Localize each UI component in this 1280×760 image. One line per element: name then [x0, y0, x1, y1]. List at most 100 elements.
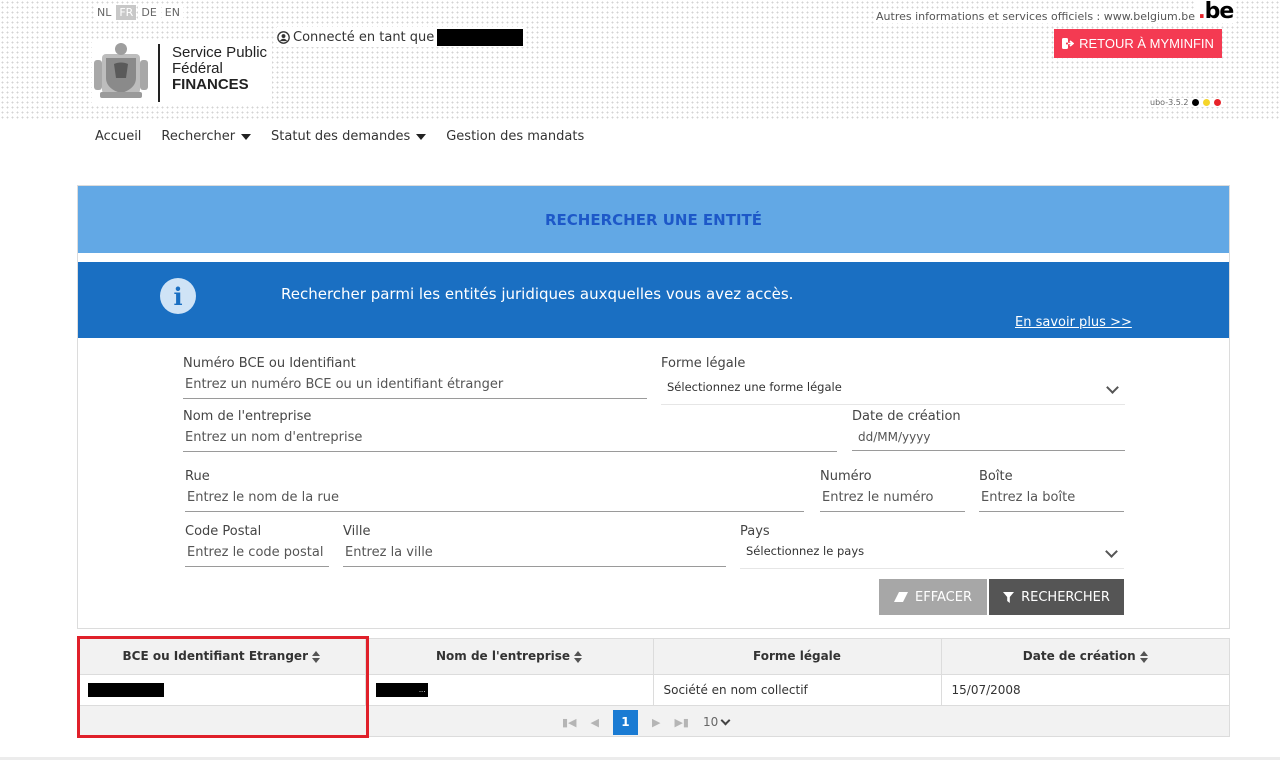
- next-page-icon[interactable]: ▶: [652, 716, 660, 729]
- search-button[interactable]: RECHERCHER: [989, 579, 1124, 615]
- nav-mandates-label: Gestion des mandats: [446, 129, 585, 144]
- postal-input[interactable]: [185, 545, 329, 567]
- column-header-name[interactable]: Nom de l'entreprise: [365, 639, 654, 675]
- column-header-date-label: Date de création: [1022, 649, 1136, 664]
- results-table: BCE ou Identifiant Etranger Nom de l'ent…: [77, 638, 1230, 737]
- cell-name: ...: [365, 674, 654, 706]
- logo-text: Service Public Fédéral FINANCES: [172, 45, 267, 93]
- connected-user: Connecté en tant que: [277, 27, 526, 47]
- bce-input[interactable]: [183, 377, 647, 399]
- version-text: ubo-3.5.2: [1150, 98, 1189, 107]
- table-row[interactable]: ... Société en nom collectif 15/07/2008: [78, 674, 1229, 706]
- current-page-button[interactable]: 1: [612, 709, 638, 735]
- site-header: NL FR DE EN Autres informations et servi…: [0, 0, 1280, 120]
- box-field-group: Boîte: [979, 469, 1124, 512]
- nav-mandates[interactable]: Gestion des mandats: [446, 129, 584, 144]
- box-input[interactable]: [979, 490, 1124, 512]
- caret-down-icon: [416, 133, 427, 140]
- nav-status-label: Statut des demandes: [271, 129, 411, 144]
- nav-search-dropdown[interactable]: Rechercher: [161, 129, 252, 144]
- spf-finances-logo[interactable]: Service Public Fédéral FINANCES: [92, 40, 272, 106]
- last-page-icon[interactable]: ▶▮: [674, 716, 689, 729]
- prev-page-icon[interactable]: ◀: [591, 716, 599, 729]
- name-ellipsis: ...: [418, 685, 426, 694]
- country-field-group: Pays Sélectionnez le pays: [740, 524, 1124, 569]
- first-page-icon[interactable]: ▮◀: [562, 716, 577, 729]
- postal-label: Code Postal: [185, 524, 262, 539]
- legal-form-select[interactable]: Sélectionnez une forme légale: [661, 377, 1125, 405]
- flag-dot-black: [1192, 99, 1200, 106]
- sign-out-icon: [1062, 38, 1075, 49]
- cell-legal-form: Société en nom collectif: [653, 674, 942, 706]
- city-label: Ville: [343, 524, 371, 539]
- per-page-value: 10: [702, 715, 719, 729]
- box-label: Boîte: [979, 469, 1013, 484]
- connected-label: Connecté en tant que: [293, 29, 435, 45]
- nav-home[interactable]: Accueil: [95, 129, 141, 144]
- column-header-date[interactable]: Date de création: [941, 639, 1229, 675]
- column-header-legal-form: Forme légale: [653, 639, 942, 675]
- logo-line-3: FINANCES: [172, 76, 249, 93]
- panel-title: RECHERCHER UNE ENTITÉ: [78, 186, 1229, 253]
- sort-icon: [1139, 650, 1148, 663]
- table-header-row: BCE ou Identifiant Etranger Nom de l'ent…: [78, 639, 1229, 675]
- lang-nl[interactable]: NL: [94, 5, 115, 20]
- lang-de[interactable]: DE: [138, 5, 160, 20]
- belgium-be-logo[interactable]: .be: [1196, 0, 1236, 24]
- legal-form-value: Sélectionnez une forme légale: [667, 379, 842, 394]
- postal-field-group: Code Postal: [185, 524, 329, 567]
- column-header-legal-form-label: Forme légale: [753, 649, 841, 664]
- column-header-name-label: Nom de l'entreprise: [435, 649, 571, 664]
- pagination-bar: ▮◀ ◀ 1 ▶ ▶▮ 10: [78, 705, 1229, 736]
- number-label: Numéro: [820, 469, 872, 484]
- info-text: Rechercher parmi les entités juridiques …: [281, 285, 794, 303]
- nav-status-dropdown[interactable]: Statut des demandes: [271, 129, 427, 144]
- user-icon: [277, 30, 290, 44]
- logo-line-2: Fédéral: [172, 60, 223, 77]
- per-page-select[interactable]: 10: [702, 715, 731, 729]
- country-select[interactable]: Sélectionnez le pays: [740, 541, 1124, 569]
- search-entity-panel: RECHERCHER UNE ENTITÉ i Rechercher parmi…: [77, 185, 1230, 629]
- date-input[interactable]: [852, 430, 1125, 451]
- caret-down-icon: [241, 133, 252, 140]
- logo-divider: [158, 44, 160, 102]
- street-field-group: Rue: [185, 469, 804, 512]
- redacted-company-name: ...: [375, 682, 428, 697]
- number-input[interactable]: [820, 490, 965, 512]
- date-field-group: Date de création: [852, 409, 1125, 451]
- city-field-group: Ville: [343, 524, 726, 567]
- pagination: ▮◀ ◀ 1 ▶ ▶▮ 10: [562, 709, 731, 735]
- nav-home-label: Accueil: [95, 129, 142, 144]
- chevron-down-icon: [1106, 381, 1119, 394]
- filter-icon: [1003, 591, 1015, 603]
- be-logo-text: be: [1204, 0, 1235, 24]
- flag-dot-yellow: [1203, 99, 1211, 106]
- flag-dot-red: [1214, 99, 1222, 106]
- learn-more-link[interactable]: En savoir plus >>: [1015, 315, 1132, 330]
- myminfin-label: RETOUR À MYMINFIN: [1079, 36, 1214, 51]
- chevron-down-icon: [1105, 545, 1118, 558]
- clear-label: EFFACER: [915, 589, 972, 605]
- company-field-group: Nom de l'entreprise: [183, 409, 837, 452]
- chevron-down-icon: [720, 715, 731, 725]
- redacted-username: [437, 28, 524, 46]
- return-myminfin-button[interactable]: RETOUR À MYMINFIN: [1054, 29, 1222, 58]
- logo-line-1: Service Public: [172, 44, 268, 61]
- number-field-group: Numéro: [820, 469, 965, 512]
- legal-form-field-group: Forme légale Sélectionnez une forme léga…: [661, 356, 1125, 405]
- column-header-bce[interactable]: BCE ou Identifiant Etranger: [78, 639, 366, 675]
- eraser-icon: [894, 592, 909, 602]
- date-label: Date de création: [852, 409, 961, 424]
- company-input[interactable]: [183, 430, 837, 452]
- street-input[interactable]: [185, 490, 804, 512]
- lang-en[interactable]: EN: [161, 5, 183, 20]
- search-label: RECHERCHER: [1021, 589, 1110, 605]
- street-label: Rue: [185, 469, 210, 484]
- lang-fr[interactable]: FR: [116, 5, 137, 20]
- language-switcher: NL FR DE EN: [94, 5, 183, 20]
- official-info-link[interactable]: Autres informations et services officiel…: [874, 10, 1197, 23]
- clear-button[interactable]: EFFACER: [879, 579, 987, 615]
- city-input[interactable]: [343, 545, 726, 567]
- info-banner: i Rechercher parmi les entités juridique…: [78, 262, 1229, 338]
- coat-of-arms-icon: [94, 43, 148, 98]
